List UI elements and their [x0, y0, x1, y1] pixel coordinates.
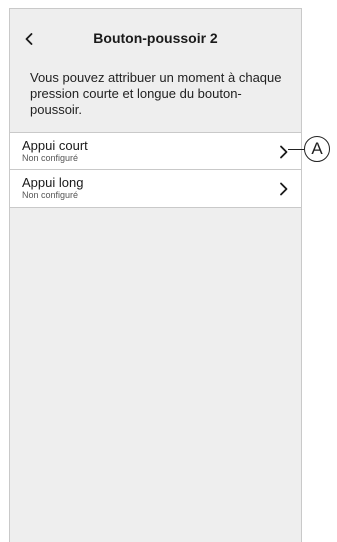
list-item-appui-court[interactable]: Appui court Non configuré	[10, 132, 301, 169]
settings-list: Appui court Non configuré Appui long Non…	[10, 132, 301, 208]
list-item-title: Appui court	[22, 138, 88, 153]
chevron-right-icon	[280, 145, 288, 159]
chevron-right-icon	[280, 182, 288, 196]
header: Bouton-poussoir 2	[10, 9, 301, 69]
page-title: Bouton-poussoir 2	[93, 30, 218, 46]
list-item-subtitle: Non configuré	[22, 190, 79, 200]
description-text: Vous pouvez attribuer un moment à chaque…	[30, 70, 282, 117]
callout-marker: A	[304, 136, 330, 162]
list-item-subtitle: Non configuré	[22, 153, 79, 163]
list-item-title: Appui long	[22, 175, 84, 190]
list-item-appui-long[interactable]: Appui long Non configuré	[10, 169, 301, 208]
callout-line	[288, 149, 304, 150]
phone-screen: Bouton-poussoir 2 Vous pouvez attribuer …	[9, 8, 302, 542]
